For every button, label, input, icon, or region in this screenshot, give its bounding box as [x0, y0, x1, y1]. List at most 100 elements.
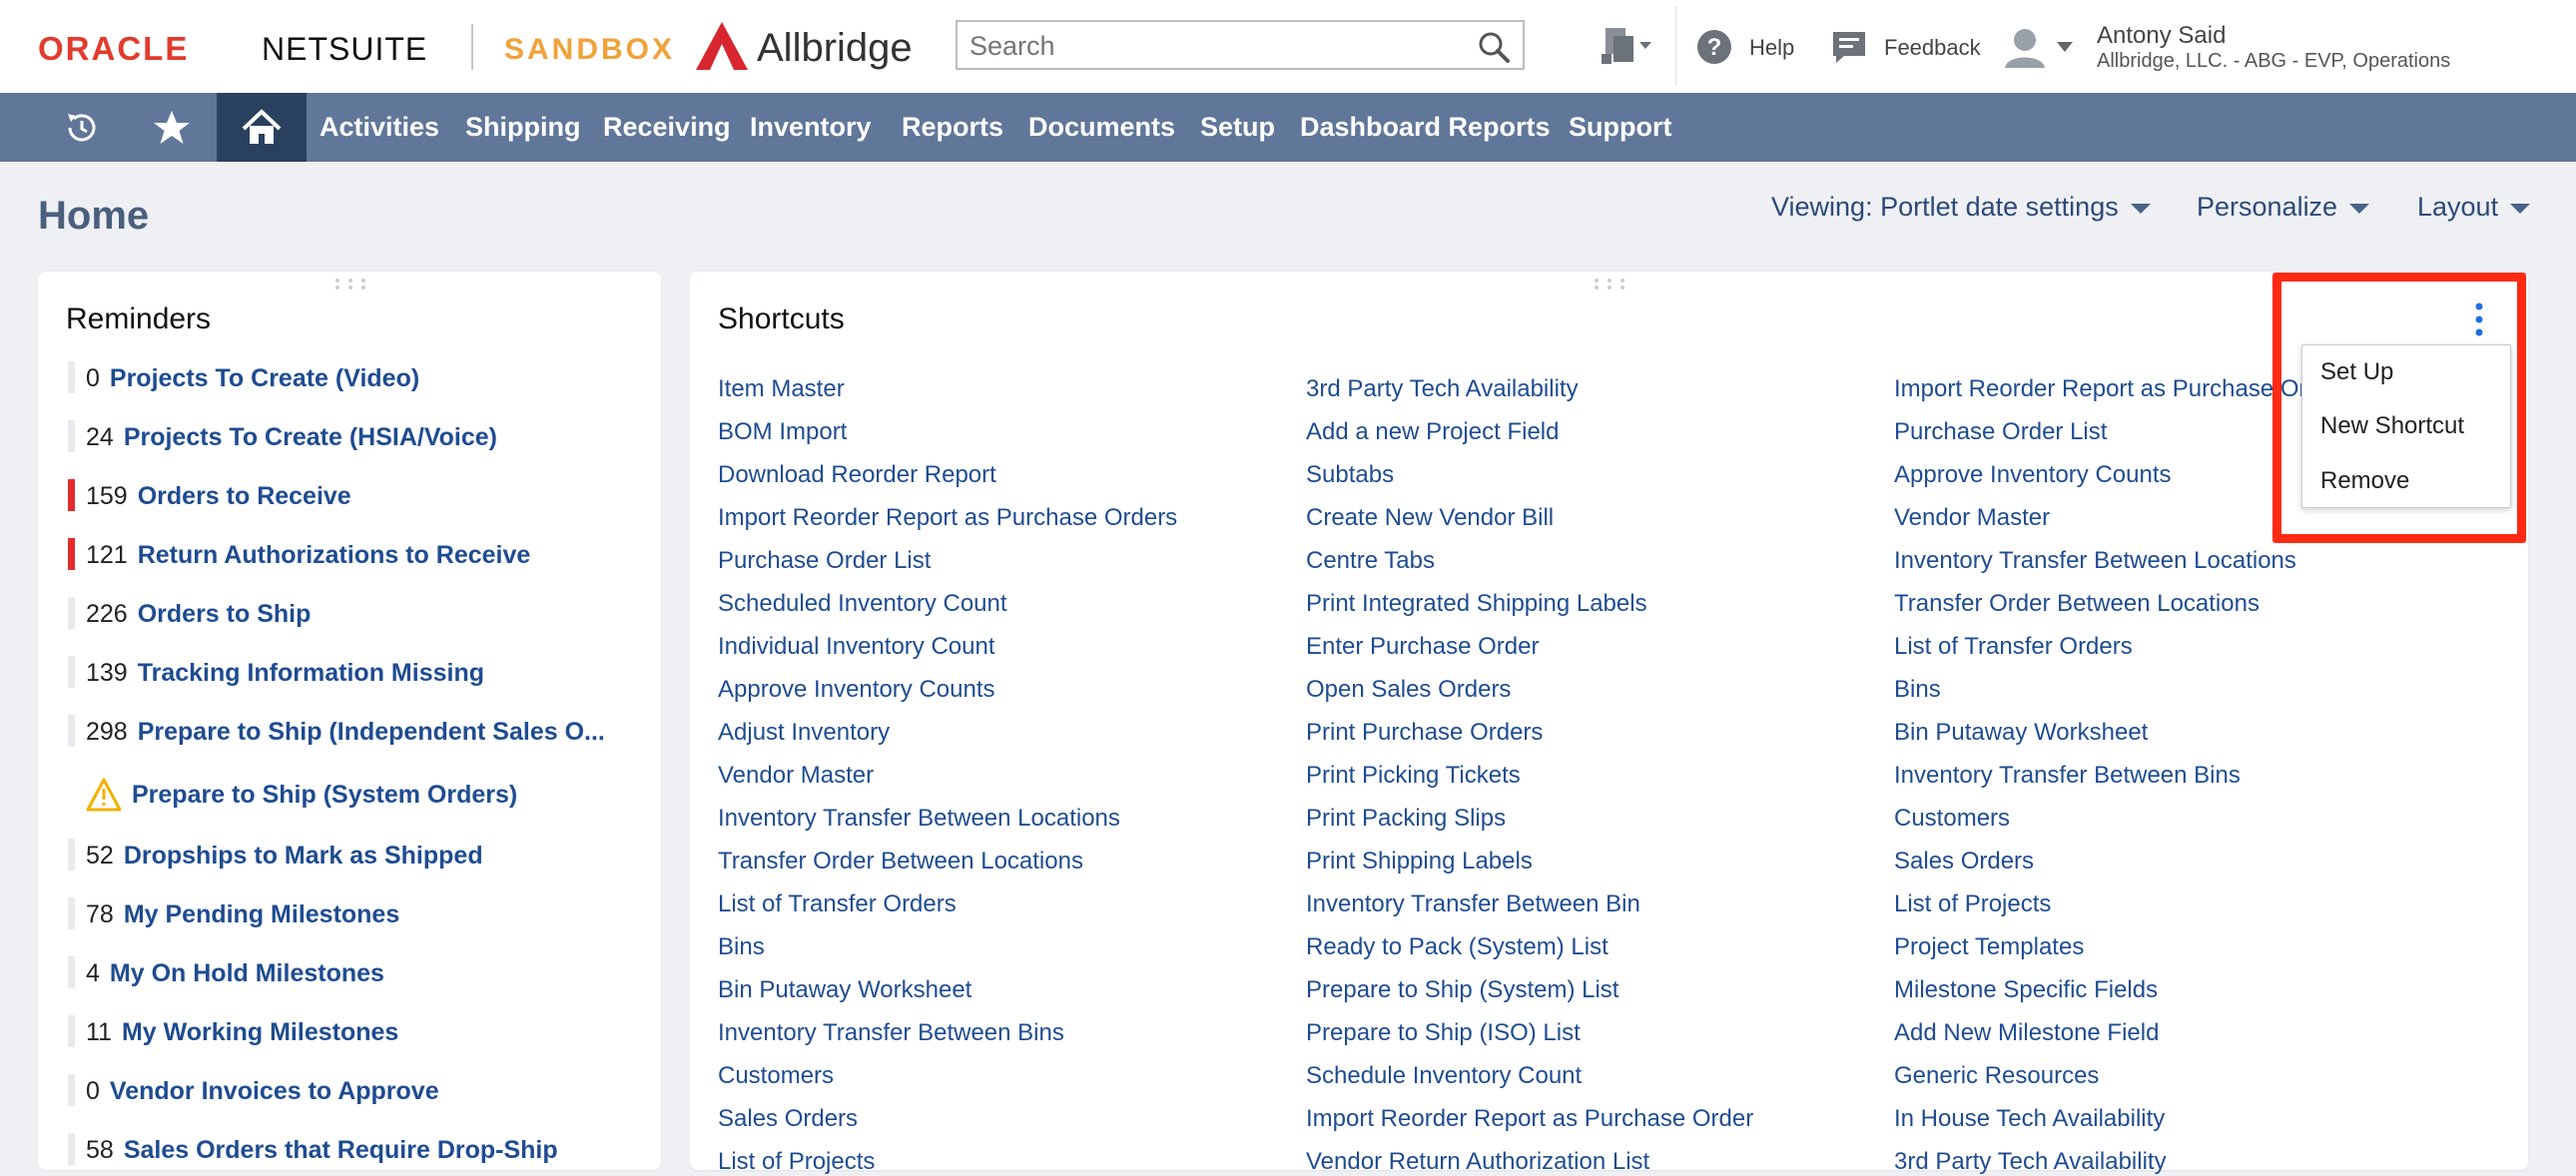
reminder-link[interactable]: Sales Orders that Require Drop-Ship [124, 1136, 558, 1165]
shortcut-link[interactable]: Inventory Transfer Between Bin [1306, 890, 1640, 918]
oracle-logo[interactable]: ORACLE [38, 30, 189, 68]
reminder-link[interactable]: Orders to Ship [138, 600, 312, 629]
shortcut-link[interactable]: Add a new Project Field [1306, 418, 1559, 446]
reminder-item[interactable]: 226 Orders to Ship [68, 593, 311, 635]
shortcut-link[interactable]: Inventory Transfer Between Locations [1894, 547, 2296, 575]
chevron-down-icon[interactable] [2057, 42, 2073, 52]
shortcut-link[interactable]: List of Projects [1894, 890, 2051, 918]
reminder-link[interactable]: Projects To Create (HSIA/Voice) [124, 423, 497, 452]
shortcut-link[interactable]: Transfer Order Between Locations [718, 848, 1083, 876]
shortcut-link[interactable]: Purchase Order List [718, 547, 931, 575]
feedback-icon[interactable] [1830, 28, 1868, 66]
shortcut-link[interactable]: 3rd Party Tech Availability [1306, 375, 1579, 403]
reminder-link[interactable]: Tracking Information Missing [138, 659, 484, 688]
reminder-link[interactable]: Projects To Create (Video) [110, 364, 419, 393]
shortcut-link[interactable]: Bin Putaway Worksheet [1894, 719, 2148, 747]
user-name[interactable]: Antony Said [2097, 22, 2226, 50]
feedback-link[interactable]: Feedback [1884, 35, 1981, 61]
shortcut-link[interactable]: Vendor Master [1894, 504, 2050, 532]
reminder-link[interactable]: Return Authorizations to Receive [138, 541, 531, 570]
shortcut-link[interactable]: Print Packing Slips [1306, 805, 1506, 833]
shortcut-link[interactable]: Subtabs [1306, 461, 1394, 489]
help-icon[interactable]: ? [1695, 28, 1733, 66]
shortcut-link[interactable]: Add New Milestone Field [1894, 1019, 2159, 1047]
netsuite-logo[interactable]: NETSUITE [262, 31, 427, 68]
reminder-link[interactable]: My On Hold Milestones [110, 959, 384, 988]
reminder-item[interactable]: 139 Tracking Information Missing [68, 652, 484, 694]
shortcut-link[interactable]: BOM Import [718, 418, 847, 446]
reminder-item[interactable]: 0 Vendor Invoices to Approve [68, 1070, 439, 1112]
nav-inventory[interactable]: Inventory [750, 93, 872, 162]
recent-history-button[interactable] [52, 93, 112, 162]
shortcut-link[interactable]: 3rd Party Tech Availability [1894, 1148, 2167, 1176]
nav-activities[interactable]: Activities [320, 93, 439, 162]
shortcut-link[interactable]: List of Projects [718, 1148, 875, 1176]
reminder-link[interactable]: Orders to Receive [138, 482, 351, 511]
shortcut-link[interactable]: Bin Putaway Worksheet [718, 976, 971, 1004]
shortcut-link[interactable]: List of Transfer Orders [718, 890, 957, 918]
recent-records-icon[interactable] [1600, 26, 1655, 68]
shortcut-link[interactable]: Inventory Transfer Between Bins [1894, 762, 2241, 790]
shortcut-link[interactable]: Customers [718, 1062, 834, 1090]
shortcut-link[interactable]: In House Tech Availability [1894, 1105, 2165, 1133]
viewing-dropdown[interactable]: Viewing: Portlet date settings [1771, 192, 2151, 223]
user-avatar-icon[interactable] [2002, 26, 2048, 68]
reminder-link[interactable]: Vendor Invoices to Approve [110, 1077, 439, 1106]
shortcut-link[interactable]: Bins [718, 933, 765, 961]
nav-receiving[interactable]: Receiving [603, 93, 731, 162]
shortcut-link[interactable]: Transfer Order Between Locations [1894, 590, 2259, 618]
layout-dropdown[interactable]: Layout [2417, 192, 2531, 223]
shortcut-link[interactable]: Print Shipping Labels [1306, 848, 1533, 876]
drag-handle-icon[interactable] [1593, 278, 1626, 290]
shortcut-link[interactable]: Project Templates [1894, 933, 2084, 961]
shortcut-link[interactable]: Prepare to Ship (System) List [1306, 976, 1618, 1004]
shortcut-link[interactable]: Open Sales Orders [1306, 676, 1511, 704]
home-button[interactable] [217, 93, 307, 162]
shortcut-link[interactable]: Print Picking Tickets [1306, 762, 1521, 790]
shortcut-link[interactable]: Prepare to Ship (ISO) List [1306, 1019, 1581, 1047]
shortcut-link[interactable]: Print Integrated Shipping Labels [1306, 590, 1647, 618]
shortcut-link[interactable]: Item Master [718, 375, 845, 403]
nav-shipping[interactable]: Shipping [465, 93, 580, 162]
shortcut-link[interactable]: Create New Vendor Bill [1306, 504, 1554, 532]
nav-reports[interactable]: Reports [902, 93, 1003, 162]
shortcut-link[interactable]: Enter Purchase Order [1306, 633, 1539, 661]
reminder-item[interactable]: 24 Projects To Create (HSIA/Voice) [68, 416, 497, 458]
shortcut-link[interactable]: Import Reorder Report as Purchase Order [1306, 1105, 1753, 1133]
nav-setup[interactable]: Setup [1200, 93, 1275, 162]
reminder-item[interactable]: 78 My Pending Milestones [68, 893, 399, 935]
reminder-item[interactable]: 121 Return Authorizations to Receive [68, 534, 530, 576]
shortcut-link[interactable]: Sales Orders [718, 1105, 858, 1133]
search-input[interactable] [967, 28, 1451, 64]
user-role[interactable]: Allbridge, LLC. - ABG - EVP, Operations [2097, 50, 2450, 73]
reminder-item[interactable]: Prepare to Ship (System Orders) [68, 774, 517, 816]
nav-documents[interactable]: Documents [1028, 93, 1175, 162]
reminder-item[interactable]: 52 Dropships to Mark as Shipped [68, 835, 483, 877]
shortcut-link[interactable]: Inventory Transfer Between Bins [718, 1019, 1064, 1047]
shortcut-link[interactable]: Import Reorder Report as Purchase Orders [718, 504, 1177, 532]
shortcut-link[interactable]: Approve Inventory Counts [718, 676, 995, 704]
shortcut-link[interactable]: Approve Inventory Counts [1894, 461, 2172, 489]
shortcut-link[interactable]: Print Purchase Orders [1306, 719, 1543, 747]
reminder-link[interactable]: Prepare to Ship (System Orders) [132, 781, 517, 810]
shortcut-link[interactable]: List of Transfer Orders [1894, 633, 2133, 661]
shortcut-link[interactable]: Scheduled Inventory Count [718, 590, 1007, 618]
reminder-item[interactable]: 11 My Working Milestones [68, 1011, 398, 1053]
shortcut-link[interactable]: Vendor Return Authorization List [1306, 1148, 1649, 1176]
shortcut-link[interactable]: Generic Resources [1894, 1062, 2099, 1090]
shortcut-link[interactable]: Bins [1894, 676, 1941, 704]
drag-handle-icon[interactable] [333, 278, 367, 290]
reminder-item[interactable]: 159 Orders to Receive [68, 475, 351, 517]
shortcut-link[interactable]: Download Reorder Report [718, 461, 996, 489]
nav-dashboard-reports[interactable]: Dashboard Reports [1300, 93, 1551, 162]
reminder-link[interactable]: Prepare to Ship (Independent Sales O... [138, 718, 605, 747]
favorites-button[interactable] [144, 93, 200, 162]
global-search[interactable] [956, 20, 1525, 70]
personalize-dropdown[interactable]: Personalize [2197, 192, 2370, 223]
nav-support[interactable]: Support [1569, 93, 1671, 162]
reminder-item[interactable]: 298 Prepare to Ship (Independent Sales O.… [68, 711, 605, 753]
reminder-item[interactable]: 0 Projects To Create (Video) [68, 357, 419, 399]
shortcut-link[interactable]: Sales Orders [1894, 848, 2034, 876]
shortcut-link[interactable]: Adjust Inventory [718, 719, 890, 747]
reminder-link[interactable]: Dropships to Mark as Shipped [124, 842, 483, 871]
